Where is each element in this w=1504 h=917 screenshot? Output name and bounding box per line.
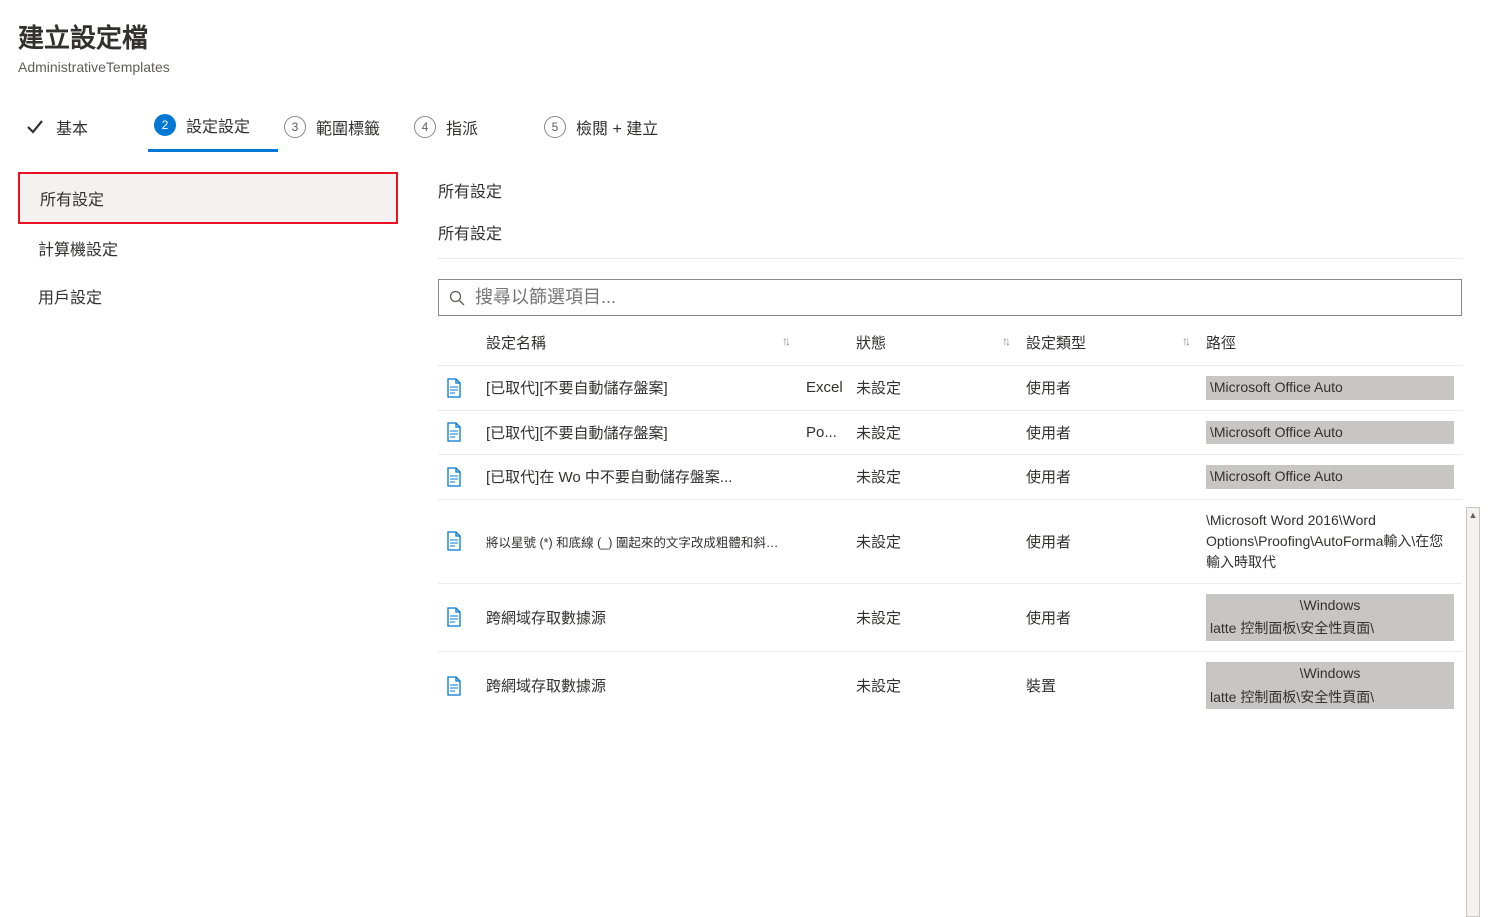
setting-state: 未設定	[848, 499, 1018, 583]
step-label: 設定設定	[186, 113, 250, 137]
sort-icon: ↑↓	[1002, 334, 1008, 348]
col-header-type[interactable]: 設定類型↑↓	[1018, 320, 1198, 366]
file-icon	[446, 422, 462, 442]
setting-extra: Excel	[798, 366, 848, 411]
setting-extra: Po...	[798, 410, 848, 455]
sidebar-item[interactable]: 計算機設定	[18, 224, 398, 272]
file-icon	[446, 607, 462, 627]
step-label: 範圍標籤	[316, 115, 380, 139]
table-row[interactable]: [已取代][不要自動儲存盤案] Po...未設定使用者 \Microsoft Off…	[438, 410, 1462, 455]
setting-type: 使用者	[1018, 583, 1198, 651]
scrollbar[interactable]: ▲	[1466, 507, 1480, 917]
section-heading: 所有設定	[438, 220, 1462, 244]
setting-extra	[798, 455, 848, 500]
wizard-step[interactable]: 2 設定設定	[148, 103, 278, 152]
setting-type: 使用者	[1018, 499, 1198, 583]
table-row[interactable]: 將以星號 (*) 和底線 (_) 圍起來的文字改成粗體和斜體的格式 未設定使用者\…	[438, 499, 1462, 583]
table-row[interactable]: 跨網域存取數據源 未設定使用者 \Windowslatte 控制面板\安全性頁面\	[438, 583, 1462, 651]
breadcrumb: 所有設定	[438, 178, 1462, 202]
setting-name: 跨網域存取數據源	[486, 675, 606, 696]
path-cell: \Windows	[1206, 594, 1454, 618]
col-header-name[interactable]: 設定名稱↑↓	[478, 320, 798, 366]
setting-state: 未設定	[848, 651, 1018, 719]
col-header-path[interactable]: 路徑	[1198, 320, 1462, 366]
path-cell: latte 控制面板\安全性頁面\	[1206, 617, 1454, 641]
col-header-state[interactable]: 狀態↑↓	[848, 320, 1018, 366]
wizard-step[interactable]: 3 範圍標籤	[278, 105, 408, 151]
step-number: 5	[544, 116, 566, 138]
check-icon	[24, 116, 46, 138]
wizard-step[interactable]: 4 指派	[408, 105, 538, 151]
step-number: 3	[284, 116, 306, 138]
step-label: 指派	[446, 115, 478, 139]
setting-state: 未設定	[848, 410, 1018, 455]
setting-type: 裝置	[1018, 651, 1198, 719]
table-header-row: 設定名稱↑↓ 狀態↑↓ 設定類型↑↓ 路徑	[438, 320, 1462, 366]
file-icon	[446, 676, 462, 696]
setting-extra	[798, 651, 848, 719]
page-title: 建立設定檔	[18, 18, 1486, 55]
sort-icon: ↑↓	[782, 334, 788, 348]
file-icon	[446, 467, 462, 487]
step-number: 4	[414, 116, 436, 138]
setting-extra	[798, 499, 848, 583]
scroll-up-icon[interactable]: ▲	[1467, 508, 1479, 522]
setting-type: 使用者	[1018, 410, 1198, 455]
search-box[interactable]	[438, 279, 1462, 316]
search-input[interactable]	[473, 286, 1451, 309]
path-cell: latte 控制面板\安全性頁面\	[1206, 686, 1454, 710]
wizard-step[interactable]: 5 檢閱 + 建立	[538, 105, 678, 151]
setting-state: 未設定	[848, 366, 1018, 411]
table-row[interactable]: [已取代]在 Wo 中不要自動儲存盤案... 未設定使用者 \Microsoft O…	[438, 455, 1462, 500]
path-cell: \Microsoft Word 2016\Word Options\Proofi…	[1206, 512, 1443, 570]
sidebar-item[interactable]: 用戶設定	[18, 272, 398, 320]
path-cell: \Microsoft Office Auto	[1206, 421, 1454, 445]
step-number: 2	[154, 114, 176, 136]
setting-type: 使用者	[1018, 455, 1198, 500]
setting-name: [已取代]在 Wo 中不要自動儲存盤案...	[486, 466, 732, 487]
setting-state: 未設定	[848, 455, 1018, 500]
wizard-step[interactable]: 基本	[18, 105, 148, 151]
setting-name: 將以星號 (*) 和底線 (_) 圍起來的文字改成粗體和斜體的格式	[486, 532, 790, 551]
wizard-steps: 基本 2 設定設定 3 範圍標籤 4 指派 5 檢閱 + 建立	[18, 103, 1486, 152]
setting-type: 使用者	[1018, 366, 1198, 411]
sort-icon: ↑↓	[1182, 334, 1188, 348]
setting-name: [已取代][不要自動儲存盤案]	[486, 422, 668, 443]
sidebar-item[interactable]: 所有設定	[18, 172, 398, 224]
search-icon	[449, 290, 465, 306]
table-row[interactable]: 跨網域存取數據源 未設定裝置 \Windowslatte 控制面板\安全性頁面\	[438, 651, 1462, 719]
setting-name: [已取代][不要自動儲存盤案]	[486, 377, 668, 398]
setting-state: 未設定	[848, 583, 1018, 651]
file-icon	[446, 531, 462, 551]
step-label: 檢閱 + 建立	[576, 115, 658, 139]
page-subtitle: AdministrativeTemplates	[18, 59, 1486, 75]
setting-name: 跨網域存取數據源	[486, 607, 606, 628]
table-row[interactable]: [已取代][不要自動儲存盤案] Excel未設定使用者 \Microsoft Off…	[438, 366, 1462, 411]
step-label: 基本	[56, 115, 88, 139]
path-cell: \Windows	[1206, 662, 1454, 686]
path-cell: \Microsoft Office Auto	[1206, 465, 1454, 489]
path-cell: \Microsoft Office Auto	[1206, 376, 1454, 400]
settings-table: 設定名稱↑↓ 狀態↑↓ 設定類型↑↓ 路徑 [已取代][不要自動儲存盤案] Exc…	[438, 320, 1462, 719]
file-icon	[446, 378, 462, 398]
setting-extra	[798, 583, 848, 651]
settings-tree: 所有設定計算機設定用戶設定	[18, 172, 398, 719]
